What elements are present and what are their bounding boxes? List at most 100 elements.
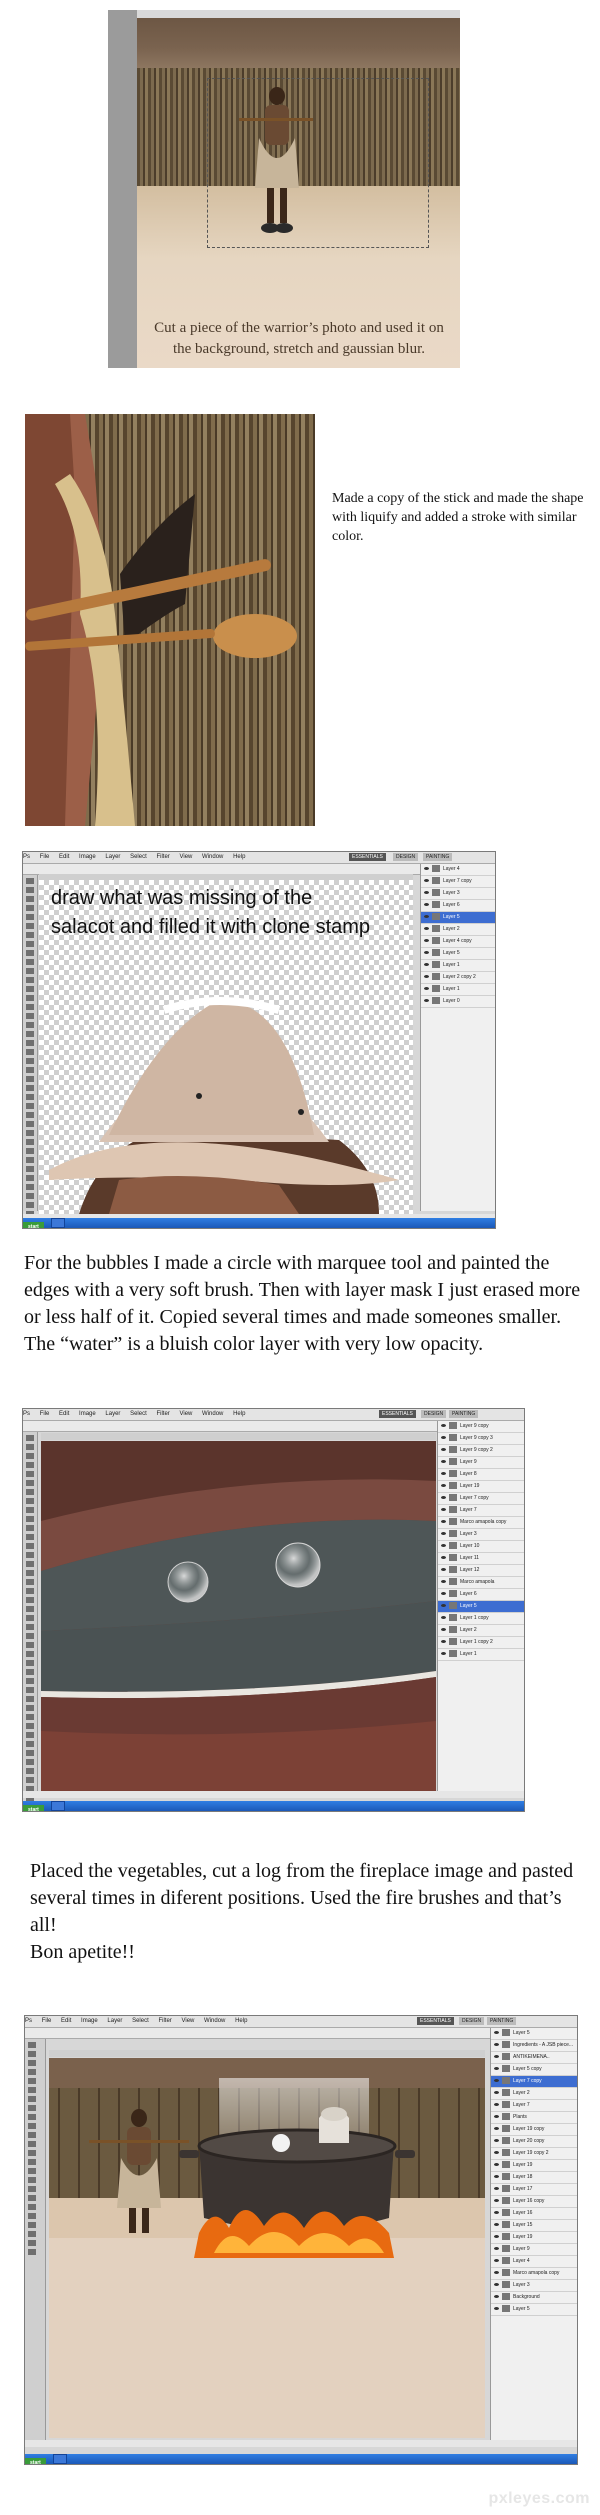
menu-view[interactable]: View (179, 854, 192, 860)
eye-icon[interactable] (441, 1484, 446, 1488)
layer-row[interactable]: Layer 1 copy (438, 1613, 524, 1625)
layer-row[interactable]: Background (491, 2292, 577, 2304)
layer-row[interactable]: Layer 7 (491, 2100, 577, 2112)
layer-row[interactable]: Layer 5 (421, 948, 495, 960)
layer-row[interactable]: Layer 16 (491, 2208, 577, 2220)
menu-layer[interactable]: Layer (107, 2018, 122, 2024)
eye-icon[interactable] (441, 1640, 446, 1644)
layer-row[interactable]: Layer 6 (438, 1589, 524, 1601)
start-button[interactable]: start (23, 1805, 44, 1811)
layers-panel[interactable]: Layer 4 Layer 7 copy Layer 3 Layer 6 Layer 5… (420, 864, 495, 1211)
menu-window[interactable]: Window (202, 854, 223, 860)
taskbar-task[interactable] (51, 1801, 66, 1811)
eye-icon[interactable] (424, 963, 429, 967)
eye-icon[interactable] (441, 1532, 446, 1536)
eye-icon[interactable] (424, 987, 429, 991)
layer-row[interactable]: Layer 1 (438, 1649, 524, 1661)
menu-help[interactable]: Help (233, 854, 245, 860)
layer-row[interactable]: Layer 2 (421, 924, 495, 936)
eye-icon[interactable] (441, 1604, 446, 1608)
layer-row[interactable]: Layer 10 (438, 1541, 524, 1553)
layer-row[interactable]: Layer 2 copy 2 (421, 972, 495, 984)
eye-icon[interactable] (494, 2079, 499, 2083)
eye-icon[interactable] (494, 2151, 499, 2155)
menu-image[interactable]: Image (79, 1411, 96, 1417)
menu-filter[interactable]: Filter (156, 1411, 169, 1417)
layer-row[interactable]: Layer 18 (491, 2172, 577, 2184)
layer-row[interactable]: Layer 19 copy 2 (491, 2148, 577, 2160)
eye-icon[interactable] (424, 915, 429, 919)
workspace-painting[interactable]: PAINTING (487, 2017, 517, 2025)
layer-row[interactable]: Layer 3 (421, 888, 495, 900)
eye-icon[interactable] (424, 903, 429, 907)
eye-icon[interactable] (494, 2163, 499, 2167)
menu-filter[interactable]: Filter (156, 854, 169, 860)
layer-row[interactable]: Layer 5 (491, 2304, 577, 2316)
layer-row[interactable]: Layer 1 copy 2 (438, 1637, 524, 1649)
eye-icon[interactable] (441, 1556, 446, 1560)
eye-icon[interactable] (494, 2091, 499, 2095)
eye-icon[interactable] (441, 1544, 446, 1548)
eye-icon[interactable] (441, 1508, 446, 1512)
menu-edit[interactable]: Edit (59, 1411, 69, 1417)
workspace-design[interactable]: DESIGN (393, 853, 419, 861)
layer-row[interactable]: Layer 2 (438, 1625, 524, 1637)
layer-row[interactable]: Layer 4 (421, 864, 495, 876)
workspace-painting[interactable]: PAINTING (423, 853, 453, 861)
eye-icon[interactable] (494, 2271, 499, 2275)
layer-row[interactable]: Layer 5 (491, 2028, 577, 2040)
menu-select[interactable]: Select (130, 854, 147, 860)
eye-icon[interactable] (494, 2031, 499, 2035)
menu-window[interactable]: Window (204, 2018, 225, 2024)
start-button[interactable]: start (25, 2458, 46, 2464)
eye-icon[interactable] (494, 2199, 499, 2203)
taskbar-task[interactable] (53, 2454, 68, 2464)
eye-icon[interactable] (441, 1496, 446, 1500)
layer-row[interactable]: Layer 3 (491, 2280, 577, 2292)
layer-row[interactable]: Ingredients - A JSB piece... (491, 2040, 577, 2052)
layer-row[interactable]: Layer 19 copy (491, 2124, 577, 2136)
workspace-essentials[interactable]: ESSENTIALS (349, 853, 386, 861)
menu-help[interactable]: Help (233, 1411, 245, 1417)
eye-icon[interactable] (441, 1592, 446, 1596)
layer-row[interactable]: Layer 20 copy (491, 2136, 577, 2148)
eye-icon[interactable] (424, 879, 429, 883)
eye-icon[interactable] (441, 1568, 446, 1572)
menu-file[interactable]: File (42, 2018, 52, 2024)
menu-select[interactable]: Select (130, 1411, 147, 1417)
eye-icon[interactable] (441, 1652, 446, 1656)
eye-icon[interactable] (441, 1472, 446, 1476)
eye-icon[interactable] (441, 1628, 446, 1632)
eye-icon[interactable] (494, 2127, 499, 2131)
eye-icon[interactable] (494, 2115, 499, 2119)
menu-view[interactable]: View (179, 1411, 192, 1417)
layer-row[interactable]: Layer 9 (491, 2244, 577, 2256)
menu-ps[interactable]: Ps (23, 1411, 30, 1417)
eye-icon[interactable] (494, 2235, 499, 2239)
layer-row[interactable]: Marco amapola copy (491, 2268, 577, 2280)
toolbox[interactable] (23, 1432, 38, 1810)
menu-view[interactable]: View (181, 2018, 194, 2024)
eye-icon[interactable] (424, 951, 429, 955)
layer-row[interactable]: Layer 7 copy (491, 2076, 577, 2088)
layer-row[interactable]: Layer 5 (421, 912, 495, 924)
eye-icon[interactable] (494, 2055, 499, 2059)
document-tab[interactable] (41, 1433, 436, 1440)
workspace-painting[interactable]: PAINTING (449, 1410, 479, 1418)
layer-row[interactable]: ΑΝΤΙΚΕΙΜΕΝΑ.. (491, 2052, 577, 2064)
layer-row[interactable]: Layer 1 (421, 960, 495, 972)
layer-row[interactable]: Layer 11 (438, 1553, 524, 1565)
layer-row[interactable]: Layer 5 (438, 1601, 524, 1613)
eye-icon[interactable] (424, 999, 429, 1003)
document-tab[interactable] (49, 2050, 485, 2057)
eye-icon[interactable] (494, 2259, 499, 2263)
layers-panel[interactable]: Layer 9 copy Layer 9 copy 3 Layer 9 copy 2… (437, 1421, 524, 1794)
eye-icon[interactable] (424, 927, 429, 931)
menu-edit[interactable]: Edit (59, 854, 69, 860)
eye-icon[interactable] (494, 2043, 499, 2047)
workspace-design[interactable]: DESIGN (459, 2017, 485, 2025)
layer-row[interactable]: Layer 9 copy (438, 1421, 524, 1433)
layer-row[interactable]: Layer 7 (438, 1505, 524, 1517)
menu-layer[interactable]: Layer (105, 854, 120, 860)
eye-icon[interactable] (441, 1448, 446, 1452)
